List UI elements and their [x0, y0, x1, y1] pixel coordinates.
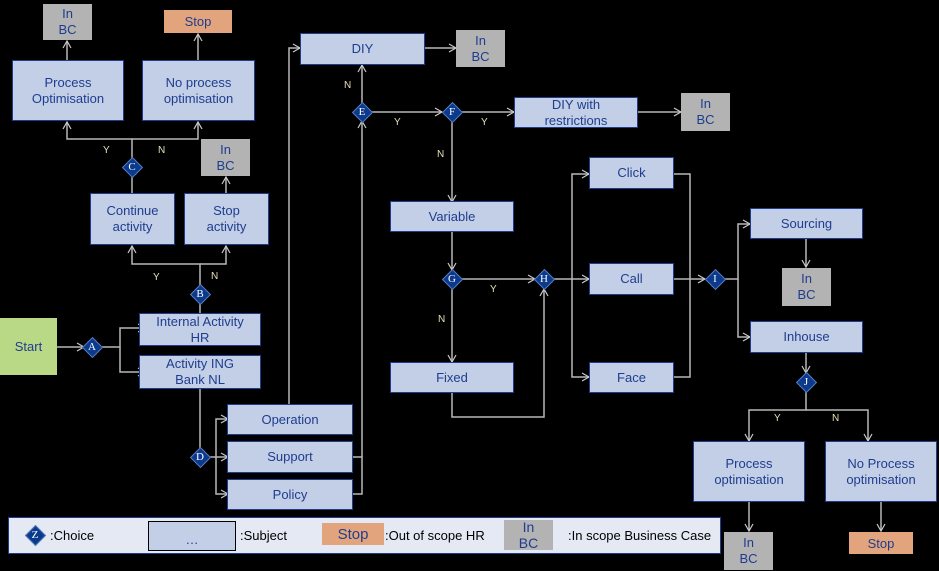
choice-diamond-i[interactable]: I [704, 268, 727, 291]
legend-inbc-label: :In scope Business Case [568, 528, 712, 543]
activity-ing-bank-nl-node[interactable]: Activity ING Bank NL [139, 355, 261, 389]
legend-stop-swatch: Stop [322, 523, 384, 545]
process-optimisation-bottom-node[interactable]: Process optimisation [693, 441, 805, 502]
no-process-optimisation-bottom-node[interactable]: No Process optimisation [825, 441, 937, 502]
in-bc-badge: In BC [456, 30, 505, 67]
choice-diamond-b[interactable]: B [189, 283, 212, 306]
variable-node[interactable]: Variable [390, 201, 514, 232]
branch-no-label: N [832, 413, 840, 424]
branch-no-label: N [158, 145, 166, 156]
in-bc-badge: In BC [201, 139, 250, 176]
no-process-optimisation-node[interactable]: No process optimisation [142, 60, 255, 121]
process-optimisation-node[interactable]: Process Optimisation [12, 60, 124, 121]
choice-diamond-g[interactable]: G [441, 268, 464, 291]
in-bc-badge: In BC [681, 93, 730, 131]
choice-diamond-c[interactable]: C [121, 156, 144, 179]
choice-label: A [88, 341, 96, 353]
legend-choice-label: :Choice [50, 528, 95, 543]
face-node[interactable]: Face [589, 362, 674, 393]
continue-activity-node[interactable]: Continue activity [90, 193, 175, 245]
branch-no-label: N [211, 271, 219, 282]
choice-label: D [196, 451, 204, 463]
legend-subject-swatch: … [148, 521, 236, 551]
start-node[interactable]: Start [0, 318, 57, 375]
in-bc-badge: In BC [43, 4, 92, 40]
choice-diamond-a[interactable]: A [81, 336, 104, 359]
choice-label: J [803, 376, 809, 388]
branch-yes-label: Y [481, 117, 488, 128]
choice-diamond-h[interactable]: H [533, 268, 556, 291]
in-bc-badge: In BC [782, 268, 831, 306]
legend-subject-label: :Subject [240, 528, 287, 543]
call-node[interactable]: Call [589, 263, 674, 295]
choice-label: E [358, 106, 366, 118]
diy-node[interactable]: DIY [300, 33, 425, 65]
branch-no-label: N [344, 80, 352, 91]
branch-yes-label: Y [774, 413, 781, 424]
legend-stop-label: :Out of scope HR [385, 528, 485, 543]
stop-activity-node[interactable]: Stop activity [184, 193, 269, 245]
click-node[interactable]: Click [589, 157, 674, 189]
diy-with-restrictions-node[interactable]: DIY with restrictions [514, 97, 638, 128]
policy-node[interactable]: Policy [227, 479, 353, 510]
choice-diamond-e[interactable]: E [351, 101, 374, 124]
branch-no-label: N [438, 314, 446, 325]
choice-diamond-d[interactable]: D [189, 446, 212, 469]
choice-diamond-j[interactable]: J [795, 371, 818, 394]
branch-yes-label: Y [490, 284, 497, 295]
legend-choice-diamond-icon: Z [24, 524, 47, 547]
choice-label: H [540, 273, 548, 285]
inhouse-node[interactable]: Inhouse [750, 321, 863, 353]
choice-label: F [448, 106, 456, 118]
branch-no-label: N [437, 149, 445, 160]
internal-activity-hr-node[interactable]: Internal Activity HR [139, 313, 261, 346]
support-node[interactable]: Support [227, 441, 353, 473]
legend: Z :Choice … :Subject Stop :Out of scope … [8, 517, 721, 554]
stop-badge: Stop [164, 10, 232, 33]
choice-label: I [713, 273, 717, 285]
choice-label: B [196, 288, 204, 300]
branch-yes-label: Y [153, 272, 160, 283]
in-bc-badge: In BC [724, 532, 773, 570]
legend-inbc-swatch: In BC [504, 519, 553, 551]
stop-badge: Stop [849, 532, 913, 554]
sourcing-node[interactable]: Sourcing [750, 208, 863, 239]
fixed-node[interactable]: Fixed [390, 362, 514, 393]
choice-diamond-f[interactable]: F [441, 101, 464, 124]
branch-yes-label: Y [103, 145, 110, 156]
operation-node[interactable]: Operation [227, 404, 353, 435]
choice-label: G [448, 273, 456, 285]
branch-yes-label: Y [394, 117, 401, 128]
choice-label: C [128, 161, 136, 173]
